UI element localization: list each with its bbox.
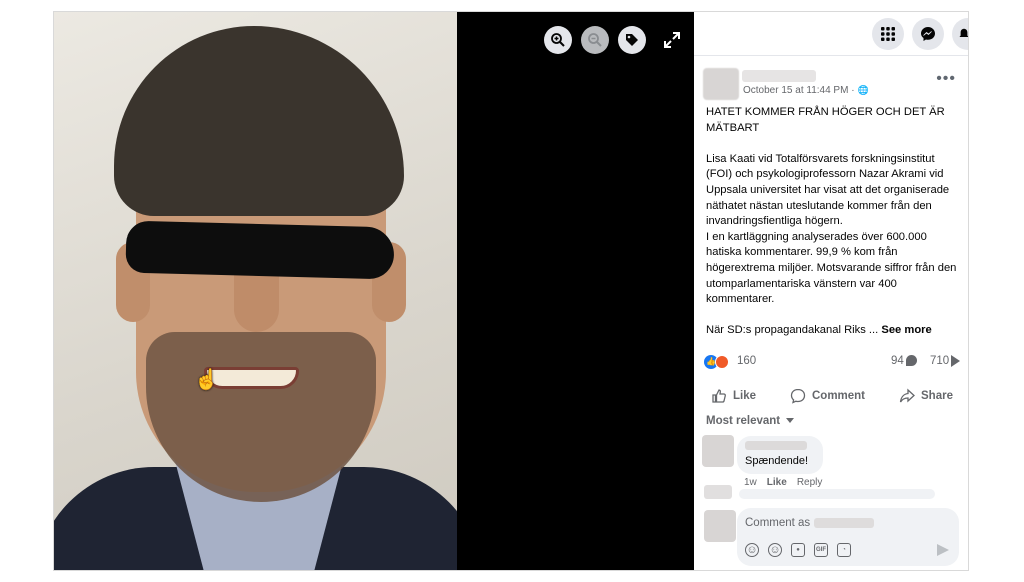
comment-composer: Comment as ☺ ☺ ● GIF ◔	[694, 504, 968, 570]
censor-bar	[125, 220, 395, 280]
angry-reaction-icon	[715, 354, 729, 369]
current-user-avatar	[704, 510, 736, 542]
comment-text: Spændende!	[745, 454, 808, 467]
share-icon	[899, 388, 915, 403]
comment-age[interactable]: 1w	[744, 477, 757, 488]
commenter-avatar-2[interactable]	[704, 485, 732, 499]
send-icon[interactable]	[937, 544, 949, 556]
zoom-out-button[interactable]	[581, 26, 609, 54]
expand-icon[interactable]	[662, 30, 682, 50]
comment-placeholder-text: Comment as	[745, 517, 811, 529]
reactions-row: 👍 160 94 710	[694, 353, 968, 373]
comment-like-button[interactable]: Like	[767, 477, 787, 488]
share-label: Share	[921, 389, 953, 402]
comment-bubble-icon	[905, 355, 917, 367]
photo-viewer: ☝	[54, 12, 694, 570]
post-title: HATET KOMMER FRÅN HÖGER OCH DET ÄR MÄTBA…	[706, 106, 945, 134]
commenter-avatar[interactable]	[702, 434, 734, 467]
post-photo[interactable]: ☝	[54, 12, 457, 570]
comment-meta: 1w Like Reply	[744, 477, 822, 488]
zoom-in-button[interactable]	[544, 26, 572, 54]
photo-viewer-window: ☝ October 15 at 11:44 PM · 🌐 ••• HATET K…	[53, 11, 969, 571]
comment-icon	[790, 388, 806, 404]
comment-bubble: Spændende!	[737, 435, 823, 474]
comment-count[interactable]: 94	[891, 355, 917, 367]
notifications-button[interactable]	[952, 17, 968, 50]
comment-label: Comment	[811, 389, 866, 402]
sticker-icon[interactable]: ◔	[837, 543, 851, 557]
menu-grid-icon	[881, 26, 895, 41]
author-avatar[interactable]	[703, 68, 739, 100]
zoom-in-icon	[551, 33, 565, 47]
post-body: Lisa Kaati vid Totalförsvarets forskning…	[706, 152, 957, 337]
emoji-icon[interactable]: ☺	[768, 543, 782, 557]
gif-label: GIF	[816, 547, 826, 553]
notifications-icon	[959, 28, 968, 37]
post-actions: Like Comment Share	[694, 381, 968, 411]
comment-reply-button[interactable]: Reply	[797, 477, 823, 488]
share-arrow-icon	[951, 354, 961, 367]
menu-button[interactable]	[872, 17, 904, 50]
photo-hair	[114, 26, 404, 216]
more-options-button[interactable]: •••	[936, 70, 956, 88]
globe-icon: 🌐	[857, 85, 869, 95]
camera-icon[interactable]: ●	[791, 543, 805, 557]
post-header: October 15 at 11:44 PM · 🌐 •••	[694, 68, 968, 108]
see-more-link[interactable]: See more	[881, 324, 931, 336]
comment-bubble-2	[739, 489, 935, 499]
gif-icon[interactable]: GIF	[814, 543, 828, 557]
reaction-count[interactable]: 160	[737, 355, 756, 367]
share-count[interactable]: 710	[930, 354, 961, 367]
like-label: Like	[732, 389, 756, 402]
top-bar	[694, 12, 968, 56]
post-meta: October 15 at 11:44 PM · 🌐	[743, 85, 869, 96]
comment-sort-dropdown[interactable]: Most relevant	[706, 414, 968, 427]
messenger-button[interactable]	[912, 17, 944, 50]
avatar-sticker-icon[interactable]: ☺	[745, 543, 759, 557]
current-user-name-redacted	[814, 518, 875, 528]
hand-cursor-icon: ☝	[194, 369, 219, 391]
comment-input[interactable]: Comment as ☺ ☺ ● GIF ◔	[737, 508, 959, 566]
tag-icon	[626, 34, 638, 46]
like-button[interactable]: Like	[705, 386, 762, 406]
author-name-redacted[interactable]	[742, 70, 816, 82]
reaction-icons[interactable]: 👍	[704, 354, 729, 369]
share-count-value: 710	[930, 354, 950, 367]
commenter-name-redacted[interactable]	[745, 440, 807, 450]
comment-input-placeholder: Comment as	[745, 517, 875, 529]
like-icon	[712, 389, 726, 403]
post-panel: October 15 at 11:44 PM · 🌐 ••• HATET KOM…	[694, 12, 968, 570]
messenger-icon	[921, 26, 935, 41]
chevron-down-icon	[786, 418, 795, 424]
post-text: HATET KOMMER FRÅN HÖGER OCH DET ÄR MÄTBA…	[694, 105, 968, 339]
share-button[interactable]: Share	[893, 386, 959, 406]
comment-item: Spændende! 1w Like Reply	[694, 434, 968, 495]
comment-count-value: 94	[891, 354, 904, 367]
comment-button[interactable]: Comment	[784, 386, 871, 406]
post-timestamp[interactable]: October 15 at 11:44 PM ·	[743, 85, 855, 96]
tag-button[interactable]	[618, 26, 646, 54]
viewer-toolbar	[544, 26, 646, 54]
composer-tools: ☺ ☺ ● GIF ◔	[745, 543, 851, 557]
sort-label: Most relevant	[706, 414, 781, 427]
zoom-out-icon	[588, 33, 602, 47]
